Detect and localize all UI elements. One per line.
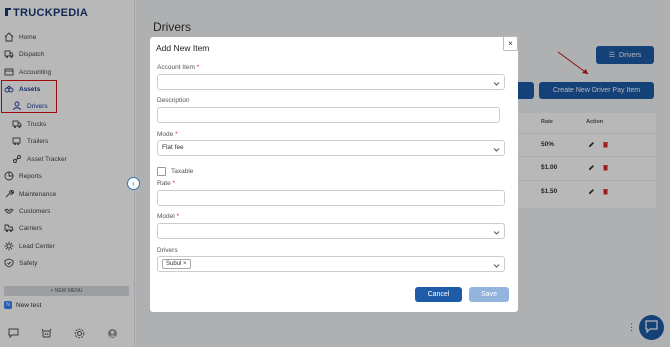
drivers-label: Drivers bbox=[157, 247, 178, 254]
mode-select[interactable]: Flat fee bbox=[157, 140, 505, 156]
driver-chip: Subul × bbox=[162, 259, 191, 269]
cancel-button[interactable]: Cancel bbox=[415, 287, 462, 302]
description-label: Description bbox=[157, 97, 190, 104]
rate-label: Rate * bbox=[157, 180, 176, 187]
save-button[interactable]: Save bbox=[469, 287, 509, 302]
chevron-left-icon: ‹ bbox=[132, 179, 135, 188]
model-label: Model * bbox=[157, 213, 180, 220]
close-button[interactable]: × bbox=[503, 36, 518, 51]
description-input[interactable] bbox=[157, 107, 500, 123]
drivers-multiselect[interactable]: Subul × bbox=[157, 256, 505, 272]
account-item-label: Account Item * bbox=[157, 64, 200, 71]
add-new-item-dialog: Add New Item × Account Item * Descriptio… bbox=[150, 36, 518, 312]
chevron-down-icon bbox=[493, 228, 500, 235]
mode-label: Mode * bbox=[157, 131, 178, 138]
taxable-checkbox[interactable] bbox=[157, 167, 166, 176]
collapse-sidebar-button[interactable]: ‹ bbox=[127, 177, 140, 190]
dialog-title: Add New Item bbox=[156, 43, 210, 53]
account-item-select[interactable] bbox=[157, 74, 505, 90]
chevron-down-icon bbox=[493, 261, 500, 268]
taxable-label: Taxable bbox=[171, 168, 194, 175]
rate-input[interactable] bbox=[157, 190, 505, 206]
chevron-down-icon bbox=[493, 145, 500, 152]
chip-remove-icon[interactable]: × bbox=[183, 261, 187, 267]
model-select[interactable] bbox=[157, 223, 505, 239]
chevron-down-icon bbox=[493, 79, 500, 86]
